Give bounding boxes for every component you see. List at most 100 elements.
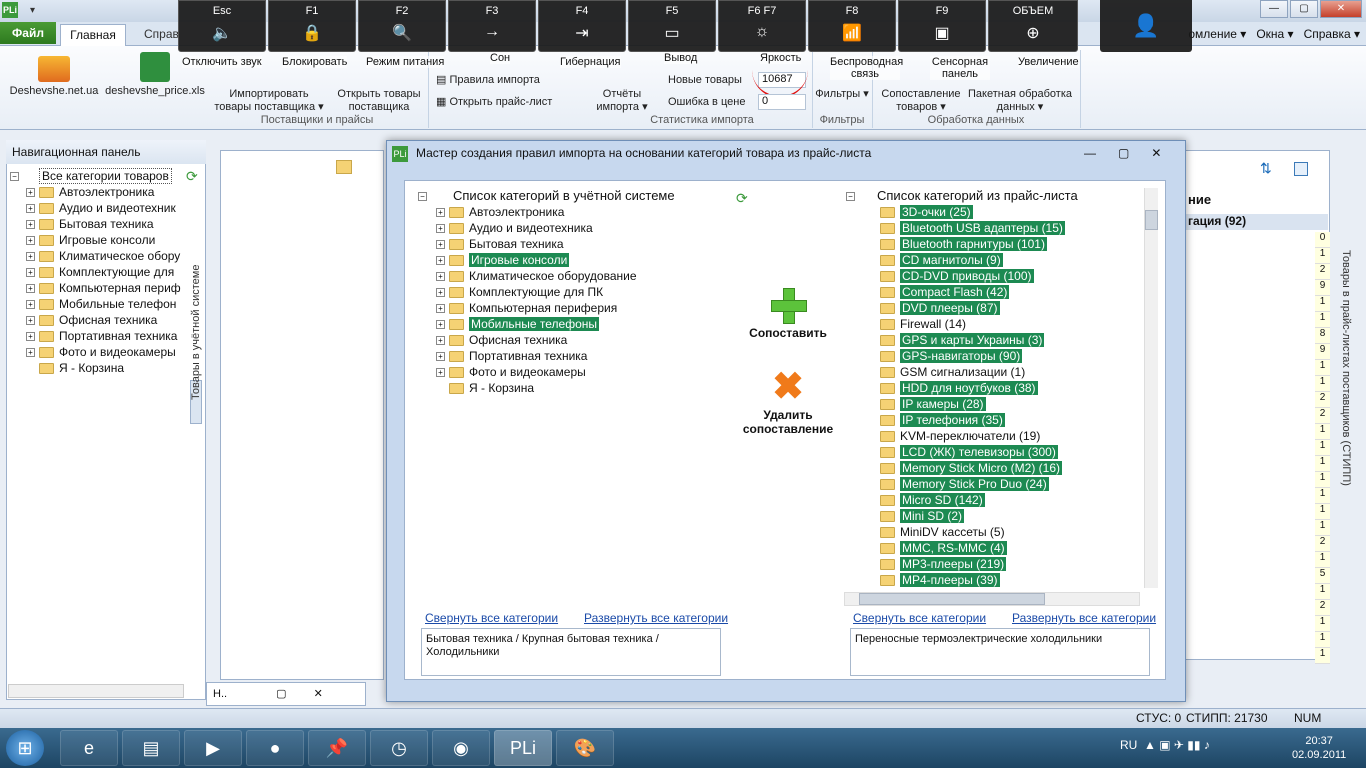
pricelist-category-item[interactable]: MMC, RS-MMC (4) — [880, 540, 1007, 556]
expand-icon[interactable]: + — [436, 224, 445, 234]
accounting-category-item[interactable]: + Портативная техника — [436, 348, 587, 364]
start-button[interactable]: ⊞ — [6, 730, 44, 766]
media-icon[interactable]: ▶ — [184, 730, 242, 766]
pricelist-category-item[interactable]: Bluetooth гарнитуры (101) — [880, 236, 1047, 252]
expand-icon[interactable]: + — [26, 188, 35, 198]
accounting-category-item[interactable]: + Компьютерная периферия — [436, 300, 617, 316]
price-cell[interactable]: 1 — [1315, 360, 1330, 376]
price-cell[interactable]: 1 — [1315, 472, 1330, 488]
match-button[interactable]: Сопоставить — [746, 288, 830, 340]
nav-tree-item[interactable]: + Портативная техника — [26, 328, 177, 344]
import-rules-button[interactable]: ▤ Правила импорта — [436, 74, 540, 87]
pricelist-category-item[interactable]: Compact Flash (42) — [880, 284, 1010, 300]
right-list-horizontal-scrollbar[interactable] — [844, 592, 1140, 606]
price-cell[interactable]: 1 — [1315, 424, 1330, 440]
pricelist-category-item[interactable]: GPS и карты Украины (3) — [880, 332, 1045, 348]
expand-icon[interactable]: + — [436, 208, 445, 218]
delete-match-button[interactable]: ✖ Удалить сопоставление — [736, 368, 840, 436]
nav-tree-item[interactable]: + Игровые консоли — [26, 232, 155, 248]
price-cell[interactable]: 1 — [1315, 248, 1330, 264]
clock[interactable]: 20:37 02.09.2011 — [1292, 734, 1346, 762]
price-cell[interactable]: 8 — [1315, 328, 1330, 344]
close-tab-icon[interactable]: ✕ — [314, 688, 323, 700]
system-tray[interactable]: RU ▲ ▣ ✈ ▮▮ ♪ — [1120, 738, 1210, 752]
price-cell[interactable]: 1 — [1315, 296, 1330, 312]
pricelist-category-item[interactable]: Mini SD (2) — [880, 508, 965, 524]
scroll-thumb[interactable] — [859, 593, 1045, 605]
deshevshe-button[interactable]: Deshevshe.net.ua — [6, 56, 102, 98]
fkey-f4[interactable]: F4 ⇥ — [538, 0, 626, 52]
refresh-icon[interactable]: ⟳ — [186, 168, 198, 185]
price-cell[interactable]: 9 — [1315, 280, 1330, 296]
expand-icon[interactable]: + — [26, 300, 35, 310]
accounting-category-item[interactable]: + Игровые консоли — [436, 252, 570, 268]
pli-icon[interactable]: PLi — [494, 730, 552, 766]
group-row[interactable]: гация (92) — [1182, 214, 1328, 230]
accounting-category-item[interactable]: + Автоэлектроника — [436, 204, 564, 220]
right-expand-all-link[interactable]: Развернуть все категории — [1012, 611, 1156, 625]
window-icon[interactable] — [1294, 162, 1308, 176]
fkey-f1[interactable]: F1 🔒 — [268, 0, 356, 52]
fkey-f5[interactable]: F5 ▭ — [628, 0, 716, 52]
pricelist-category-item[interactable]: HDD для ноутбуков (38) — [880, 380, 1038, 396]
expand-icon[interactable]: + — [436, 336, 445, 346]
expand-icon[interactable]: + — [26, 236, 35, 246]
pricelist-category-item[interactable]: Firewall (14) — [880, 316, 966, 332]
price-cell[interactable]: 1 — [1315, 632, 1330, 648]
nav-tree-item[interactable]: + Фото и видеокамеры — [26, 344, 176, 360]
fkey-volume[interactable]: ОБЪЕМ ⊕ — [988, 0, 1078, 52]
collapse-icon[interactable]: − — [10, 172, 19, 182]
expand-icon[interactable]: + — [26, 348, 35, 358]
expand-icon[interactable]: + — [26, 252, 35, 262]
paint-icon[interactable]: 🎨 — [556, 730, 614, 766]
quick-access-toolbar[interactable]: ▾ — [30, 5, 35, 16]
pricelist-category-item[interactable]: MP4-плееры (39) — [880, 572, 1000, 588]
price-cell[interactable]: 1 — [1315, 488, 1330, 504]
accounting-category-item[interactable]: + Климатическое оборудование — [436, 268, 637, 284]
expand-icon[interactable]: + — [26, 220, 35, 230]
right-collapse-all-link[interactable]: Свернуть все категории — [853, 611, 986, 625]
nav-tree-item[interactable]: + Мобильные телефон — [26, 296, 176, 312]
accounting-category-item[interactable]: + Фото и видеокамеры — [436, 364, 586, 380]
fkey-f6-f7[interactable]: F6 F7 ☼ — [718, 0, 806, 52]
menu-design[interactable]: омление ▾ — [1188, 27, 1246, 41]
pricelist-category-item[interactable]: GSM сигнализации (1) — [880, 364, 1025, 380]
pricelist-category-item[interactable]: IP телефония (35) — [880, 412, 1005, 428]
expand-icon[interactable]: + — [436, 288, 445, 298]
tray-icons[interactable]: ▲ ▣ ✈ ▮▮ ♪ — [1144, 738, 1210, 752]
accounting-category-item[interactable]: Я - Корзина — [436, 380, 534, 396]
price-cell[interactable]: 1 — [1315, 456, 1330, 472]
expand-icon[interactable]: + — [436, 352, 445, 362]
close-button[interactable]: ✕ — [1320, 0, 1362, 18]
pricelist-category-item[interactable]: MiniDV кассеты (5) — [880, 524, 1005, 540]
tab-file[interactable]: Файл — [0, 22, 56, 44]
filters-button[interactable]: Фильтры ▾ — [814, 88, 870, 101]
nav-tree-item[interactable]: + Офисная техника — [26, 312, 157, 328]
clock-app-icon[interactable]: ◷ — [370, 730, 428, 766]
expand-icon[interactable]: + — [436, 304, 445, 314]
pricelist-category-item[interactable]: LCD (ЖК) телевизоры (300) — [880, 444, 1058, 460]
pricelist-category-item[interactable]: CD-DVD приводы (100) — [880, 268, 1034, 284]
import-reports-button[interactable]: Отчёты импорта ▾ — [590, 88, 654, 114]
price-cell[interactable]: 1 — [1315, 376, 1330, 392]
price-cell[interactable]: 0 — [1315, 232, 1330, 248]
ie-icon[interactable]: e — [60, 730, 118, 766]
restore-icon[interactable]: ▢ — [276, 688, 286, 700]
pricelist-category-item[interactable]: Memory Stick Pro Duo (24) — [880, 476, 1049, 492]
nav-tree-item[interactable]: Я - Корзина — [26, 360, 124, 376]
pricelist-category-item[interactable]: Memory Stick Micro (M2) (16) — [880, 460, 1063, 476]
collapse-icon[interactable]: − — [418, 192, 427, 202]
fkey-esc[interactable]: Esc 🔈 — [178, 0, 266, 52]
menu-help[interactable]: Справка ▾ — [1304, 27, 1360, 41]
nav-horizontal-scrollbar[interactable] — [8, 684, 184, 698]
nav-tree-item[interactable]: + Компьютерная периф — [26, 280, 181, 296]
nav-tree-item[interactable]: + Климатическое обору — [26, 248, 180, 264]
tree-root[interactable]: − Все категории товаров — [10, 168, 172, 184]
pin-app-icon[interactable]: 📌 — [308, 730, 366, 766]
accounting-category-item[interactable]: + Аудио и видеотехника — [436, 220, 593, 236]
menu-windows[interactable]: Окна ▾ — [1256, 27, 1293, 41]
folder-icon[interactable] — [336, 160, 352, 174]
scroll-thumb[interactable] — [1145, 210, 1158, 230]
user-app-icon[interactable]: ● — [246, 730, 304, 766]
expand-icon[interactable]: + — [436, 256, 445, 266]
